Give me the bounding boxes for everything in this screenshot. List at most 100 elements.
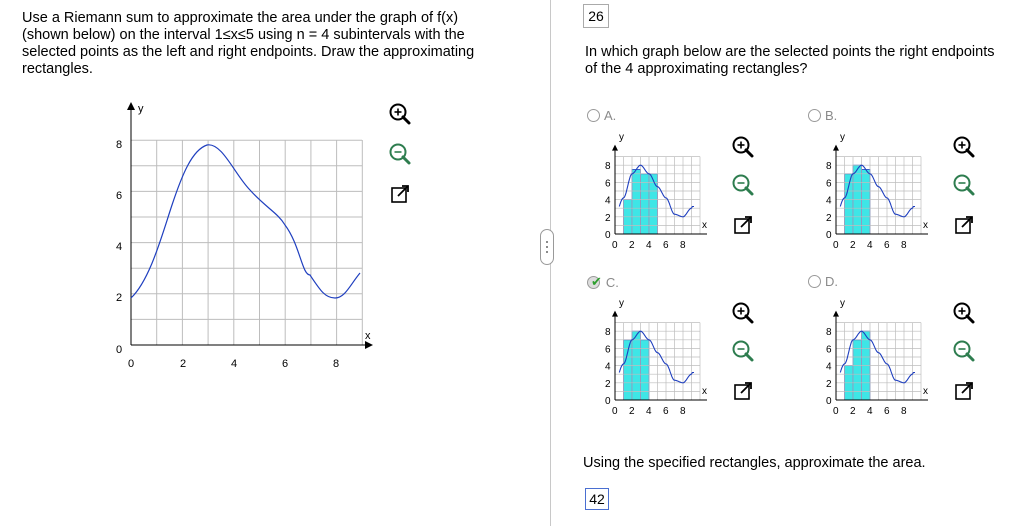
main-y-tick: 6 (116, 190, 122, 202)
y-tick-label: 6 (826, 178, 832, 189)
question-text: In which graph below are the selected po… (585, 44, 1020, 78)
y-tick-label: 0 (826, 230, 832, 241)
x-tick-label: 0 (612, 240, 618, 251)
problem-line-2: (shown below) on the interval 1≤x≤5 usin… (22, 27, 465, 43)
zoom-in-icon[interactable] (730, 134, 756, 160)
y-tick-label: 2 (605, 379, 611, 390)
x-tick-label: 8 (680, 406, 686, 417)
zoom-out-icon[interactable] (730, 172, 756, 198)
main-y-ticks: 0 2 4 6 8 (116, 139, 122, 356)
open-new-window-icon[interactable] (951, 212, 977, 238)
radio-button[interactable] (808, 275, 821, 288)
zoom-out-icon[interactable] (730, 338, 756, 364)
y-axis-label: y (619, 132, 624, 143)
x-tick-label: 6 (884, 240, 890, 251)
option-a-graph: yx864200 2 4 6 8 (605, 132, 707, 251)
option-label-text: C. (605, 274, 619, 290)
x-tick-label: 8 (680, 240, 686, 251)
option-b-graph: yx864200 2 4 6 8 (826, 132, 928, 251)
zoom-in-icon[interactable] (730, 300, 756, 326)
problem-line-4: rectangles. (22, 61, 93, 77)
riemann-rectangle (861, 169, 871, 235)
panel-resize-handle[interactable] (540, 229, 554, 265)
riemann-rectangle (631, 169, 641, 235)
y-tick-label: 4 (826, 196, 832, 207)
zoom-out-icon[interactable] (951, 172, 977, 198)
riemann-rectangle (623, 339, 633, 401)
zoom-in-icon[interactable] (951, 300, 977, 326)
zoom-out-icon[interactable] (951, 338, 977, 364)
radio-button[interactable] (587, 109, 600, 122)
approximate-prompt: Using the specified rectangles, approxim… (583, 455, 926, 471)
x-tick-label: 2 (629, 406, 635, 417)
y-tick-label: 0 (605, 396, 611, 407)
option-c-graph: yx864200 2 4 6 8 (605, 298, 707, 417)
main-x-tick: 4 (231, 358, 237, 370)
y-arrow (612, 144, 618, 151)
x-axis-label: x (702, 386, 707, 397)
y-tick-label: 8 (605, 161, 611, 172)
x-tick-label: 0 (612, 406, 618, 417)
x-tick-label: 0 (833, 406, 839, 417)
y-tick-label: 6 (826, 344, 832, 355)
question-line-2: of the 4 approximating rectangles? (585, 61, 808, 77)
main-y-tick: 8 (116, 139, 122, 151)
main-y-tick: 0 (116, 344, 122, 356)
x-tick-label: 2 (850, 240, 856, 251)
option-label-text: A. (604, 108, 617, 123)
option-c-radio[interactable]: ✔ C. (587, 274, 619, 290)
y-tick-label: 0 (826, 396, 832, 407)
open-new-window-icon[interactable] (730, 378, 756, 404)
zoom-in-icon[interactable] (951, 134, 977, 160)
option-label-text: D. (825, 274, 838, 289)
y-tick-label: 8 (605, 327, 611, 338)
option-d-radio[interactable]: D. (808, 274, 838, 289)
problem-line-3: selected points as the left and right en… (22, 44, 475, 60)
y-axis-label: y (840, 298, 845, 309)
main-x-tick: 8 (333, 358, 339, 370)
main-x-tick: 6 (282, 358, 288, 370)
option-b-radio[interactable]: B. (808, 108, 837, 123)
x-tick-label: 4 (646, 406, 652, 417)
y-tick-label: 4 (605, 196, 611, 207)
x-axis-label: x (923, 220, 928, 231)
y-arrow (833, 144, 839, 151)
zoom-out-icon[interactable] (387, 141, 413, 167)
x-tick-label: 2 (850, 406, 856, 417)
open-new-window-icon[interactable] (387, 181, 413, 207)
main-x-label: x (365, 330, 371, 342)
y-tick-label: 4 (826, 362, 832, 373)
x-tick-label: 8 (901, 406, 907, 417)
y-tick-label: 2 (826, 213, 832, 224)
riemann-rectangle (852, 339, 862, 401)
main-y-label: y (138, 103, 144, 115)
x-tick-label: 6 (884, 406, 890, 417)
y-arrow (833, 310, 839, 317)
option-d-graph: yx864200 2 4 6 8 (826, 298, 928, 417)
handle-dot (546, 241, 548, 243)
open-new-window-icon[interactable] (730, 212, 756, 238)
x-axis-label: x (923, 386, 928, 397)
radio-button[interactable] (808, 109, 821, 122)
y-tick-label: 2 (605, 213, 611, 224)
y-tick-label: 4 (605, 362, 611, 373)
zoom-in-icon[interactable] (387, 101, 413, 127)
y-axis-label: y (619, 298, 624, 309)
handle-dot (546, 246, 548, 248)
question-number: 26 (583, 4, 609, 28)
open-new-window-icon[interactable] (951, 378, 977, 404)
question-line-1: In which graph below are the selected po… (585, 44, 995, 60)
main-y-tick: 2 (116, 292, 122, 304)
x-tick-label: 6 (663, 240, 669, 251)
problem-line-1: Use a Riemann sum to approximate the are… (22, 10, 459, 26)
x-tick-label: 0 (833, 240, 839, 251)
function-curve (130, 144, 361, 299)
y-arrow (612, 310, 618, 317)
main-graph: y x 0 2 4 6 8 0 2 4 6 8 (116, 102, 373, 370)
main-x-ticks: 0 2 4 6 8 (128, 358, 339, 370)
option-a-radio[interactable]: A. (587, 108, 616, 123)
y-axis-label: y (840, 132, 845, 143)
x-tick-label: 8 (901, 240, 907, 251)
area-answer-input[interactable]: 42 (585, 488, 609, 510)
y-tick-label: 0 (605, 230, 611, 241)
